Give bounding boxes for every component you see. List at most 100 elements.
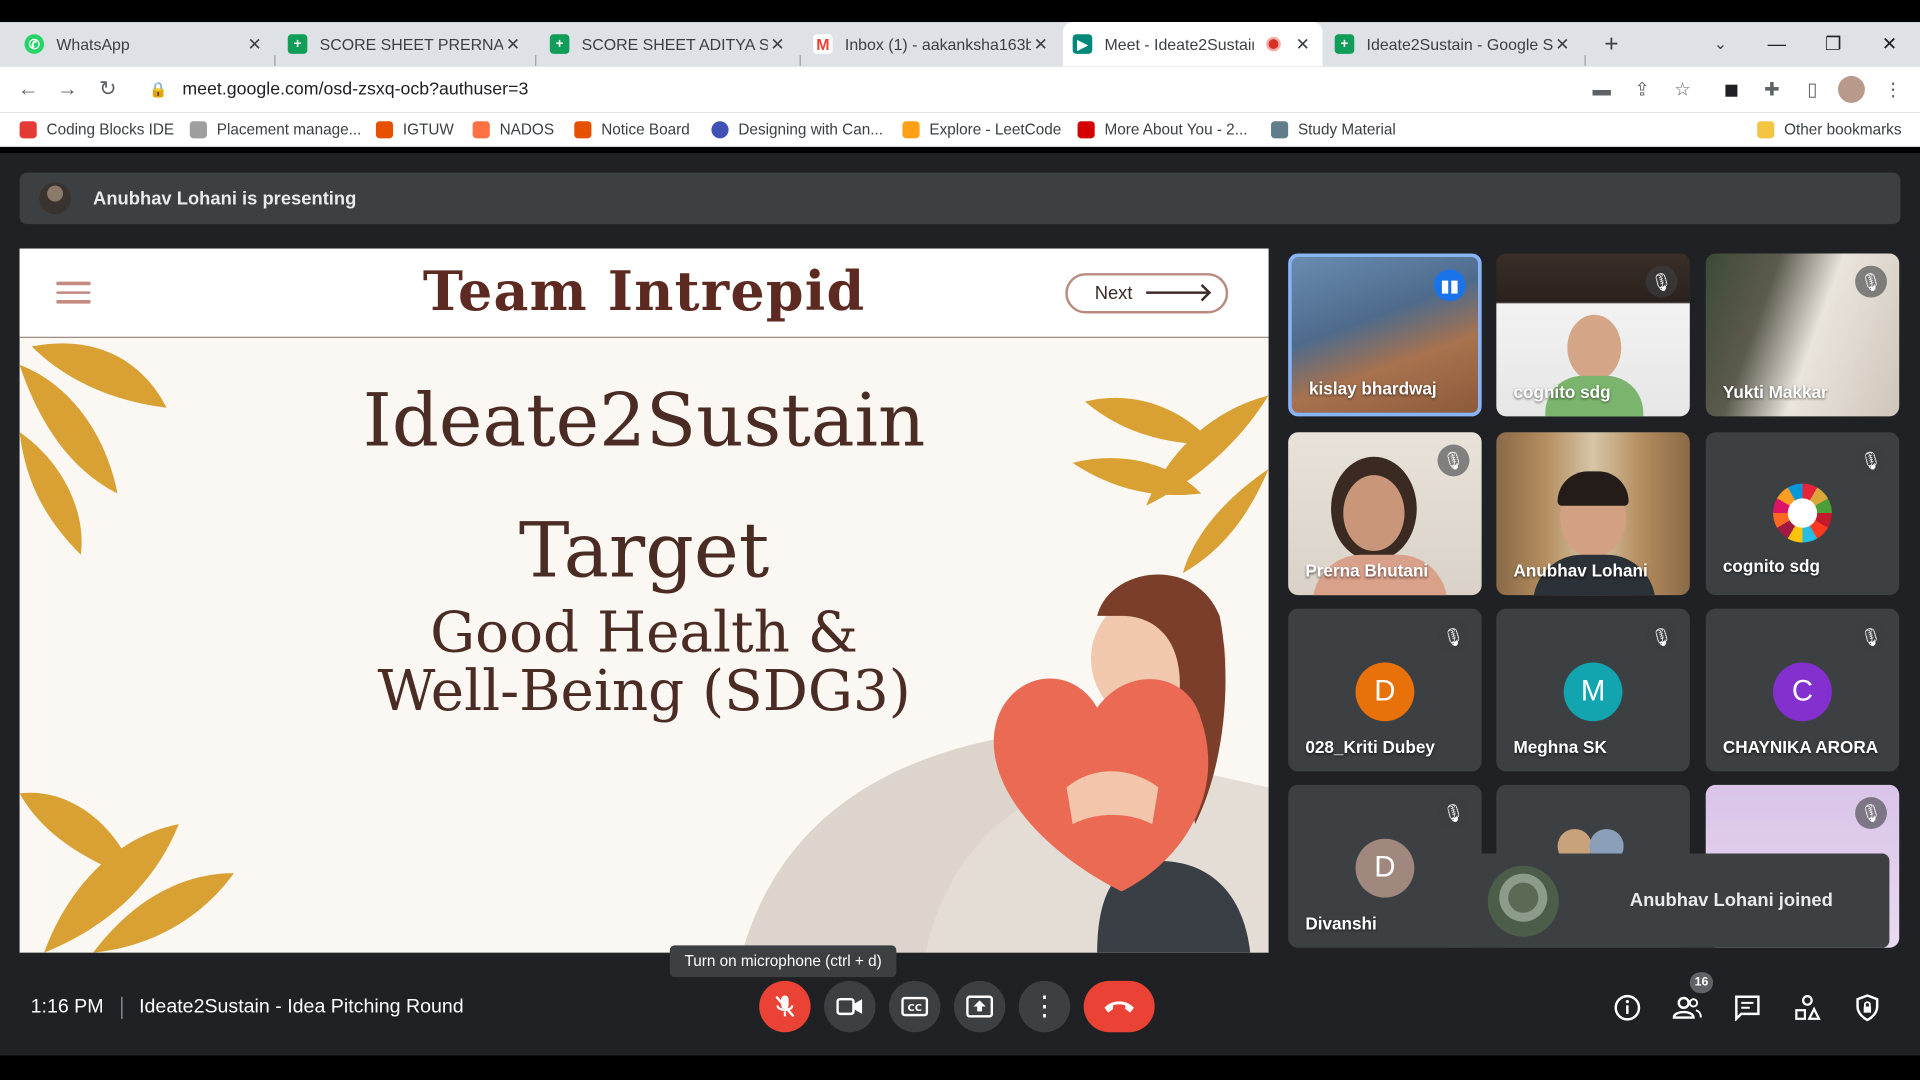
leave-call-button[interactable]: [1083, 980, 1155, 1033]
host-controls-button[interactable]: [1851, 992, 1883, 1024]
more-options-button[interactable]: ⋮: [1018, 980, 1071, 1033]
tab-title: WhatsApp: [56, 34, 130, 54]
mic-off-icon: 🎙: [1855, 265, 1887, 298]
present-screen-button[interactable]: [953, 980, 1006, 1033]
bookmark-notice-board[interactable]: Notice Board: [574, 118, 690, 142]
participant-name: Divanshi: [1305, 913, 1377, 934]
participant-tile[interactable]: Anubhav Lohani: [1496, 432, 1690, 596]
participant-tile[interactable]: M 🎙 Meghna SK: [1496, 608, 1690, 772]
tab-search-chevron-icon[interactable]: ⌄: [1705, 22, 1737, 66]
sheets-icon: +: [1334, 34, 1355, 54]
camera-in-use-icon[interactable]: ▬: [1588, 76, 1615, 103]
bookmark-icon: [574, 121, 592, 139]
bookmark-study-material[interactable]: Study Material: [1271, 118, 1396, 142]
profile-avatar[interactable]: [1837, 75, 1865, 103]
participant-tile[interactable]: C 🎙 CHAYNIKA ARORA: [1705, 608, 1900, 772]
participant-name: Meghna SK: [1513, 737, 1607, 757]
participant-tile[interactable]: ▮▮ kislay bhardwaj: [1288, 253, 1482, 417]
close-icon[interactable]: ✕: [503, 34, 523, 55]
tab-score-sheet-aditya[interactable]: + SCORE SHEET ADITYA SIR - ✕: [540, 22, 797, 66]
minimize-icon[interactable]: —: [1749, 22, 1805, 66]
close-window-icon[interactable]: ✕: [1861, 22, 1917, 66]
presentation-slide: Team Intrepid Next Ideate2Sustain Target…: [19, 248, 1269, 953]
participant-tile[interactable]: D 🎙 028_Kriti Dubey: [1288, 608, 1482, 772]
captions-button[interactable]: CC: [888, 980, 941, 1033]
tab-score-sheet-prerna[interactable]: + SCORE SHEET PRERNA MA ✕: [278, 22, 533, 66]
bookmark-label: Study Material: [1297, 121, 1396, 139]
tab-whatsapp[interactable]: ✆ WhatsApp ✕: [15, 22, 275, 66]
participant-tile[interactable]: 🎙 cognito sdg: [1496, 253, 1690, 417]
meeting-details-button[interactable]: [1611, 992, 1643, 1024]
participant-name: Yukti Makkar: [1722, 382, 1828, 402]
reload-icon[interactable]: ↻: [94, 76, 121, 103]
screen: ✆ WhatsApp ✕ + SCORE SHEET PRERNA MA ✕ +…: [0, 0, 1920, 1080]
tab-strip: ✆ WhatsApp ✕ + SCORE SHEET PRERNA MA ✕ +…: [0, 22, 1920, 78]
mic-off-icon: 🎙: [1437, 444, 1470, 477]
puzzle-extensions-icon[interactable]: ✚: [1758, 76, 1785, 103]
other-bookmarks[interactable]: Other bookmarks: [1757, 118, 1901, 142]
svg-text:CC: CC: [908, 1003, 922, 1014]
forward-arrow-icon[interactable]: →: [54, 76, 81, 103]
avatar: [1487, 865, 1559, 937]
bookmark-coding-blocks[interactable]: Coding Blocks IDE: [19, 118, 175, 142]
bookmark-label: IGTUW: [402, 121, 454, 139]
avatar: M: [1563, 662, 1623, 722]
camera-toggle-button[interactable]: [824, 980, 876, 1033]
bookmark-more-about-you[interactable]: More About You - 2...: [1077, 118, 1247, 142]
chat-icon: [1735, 995, 1760, 1022]
new-tab-button[interactable]: +: [1594, 22, 1628, 66]
shield-lock-icon: [1856, 994, 1879, 1022]
side-panel-icon[interactable]: ▯: [1799, 76, 1826, 103]
participant-tile[interactable]: 🎙 Yukti Makkar: [1705, 253, 1900, 417]
notification-text: Anubhav Lohani joined: [1629, 890, 1833, 912]
tab-meet[interactable]: ▶ Meet - Ideate2Sustain ✕: [1062, 22, 1323, 67]
restore-icon[interactable]: ❐: [1805, 22, 1861, 66]
close-icon[interactable]: ✕: [245, 34, 265, 55]
address-bar[interactable]: 🔒 meet.google.com/osd-zsxq-ocb?authuser=…: [137, 73, 1570, 105]
bookmark-canva[interactable]: Designing with Can...: [711, 118, 883, 142]
close-icon[interactable]: ✕: [1031, 34, 1051, 55]
menu-dots-icon[interactable]: ⋮: [1880, 76, 1907, 103]
presenter-avatar: [39, 182, 72, 215]
gmail-icon: M: [813, 34, 833, 54]
participant-tile[interactable]: 🎙 Prerna Bhutani: [1288, 432, 1482, 596]
avatar: D: [1355, 838, 1415, 898]
participant-tile[interactable]: 🎙 cognito sdg: [1705, 432, 1900, 596]
bookmark-label: Placement manage...: [216, 121, 362, 139]
extension-icon[interactable]: ◼: [1718, 76, 1745, 103]
next-label: Next: [1094, 282, 1133, 304]
present-to-all-icon: [966, 995, 994, 1018]
microphone-toggle-button[interactable]: [759, 980, 811, 1033]
people-button[interactable]: [1671, 992, 1703, 1024]
chat-button[interactable]: [1731, 992, 1763, 1024]
tab-gmail-inbox[interactable]: M Inbox (1) - aakanksha163bt ✕: [803, 22, 1060, 66]
tab-title: SCORE SHEET PRERNA MA: [319, 34, 504, 54]
mic-off-icon: 🎙: [1437, 620, 1470, 653]
bottom-border: [0, 1055, 1920, 1080]
back-arrow-icon[interactable]: ←: [15, 76, 42, 103]
close-icon[interactable]: ✕: [1293, 34, 1313, 55]
close-icon[interactable]: ✕: [1553, 34, 1573, 55]
meeting-info: 1:16 PM Ideate2Sustain - Idea Pitching R…: [31, 996, 464, 1019]
tab-title: SCORE SHEET ADITYA SIR -: [581, 34, 768, 54]
slide-next-button[interactable]: Next: [1065, 273, 1229, 314]
slide-line-event: Ideate2Sustain: [362, 378, 926, 465]
bookmark-label: Other bookmarks: [1784, 121, 1902, 139]
closed-captions-icon: CC: [901, 996, 929, 1017]
bookmark-leetcode[interactable]: Explore - LeetCode: [902, 118, 1061, 142]
participant-name: Anubhav Lohani: [1513, 560, 1648, 581]
bookmark-igtuw[interactable]: IGTUW: [375, 118, 454, 142]
activities-button[interactable]: [1791, 992, 1823, 1024]
meeting-controls-bar: 1:16 PM Ideate2Sustain - Idea Pitching R…: [0, 967, 1920, 1055]
bookmark-placement[interactable]: Placement manage...: [189, 118, 362, 142]
url-text: meet.google.com/osd-zsxq-ocb?authuser=3: [182, 79, 529, 100]
share-icon[interactable]: ⇪: [1629, 76, 1656, 103]
tab-ideate2sustain-sheet[interactable]: + Ideate2Sustain - Google Sh ✕: [1325, 22, 1582, 66]
bookmarks-bar: Coding Blocks IDE Placement manage... IG…: [0, 112, 1920, 147]
more-vert-icon: ⋮: [1031, 990, 1058, 1022]
videocam-icon: [836, 997, 863, 1016]
close-icon[interactable]: ✕: [768, 34, 788, 55]
arrow-right-icon: [1146, 291, 1208, 294]
star-bookmark-icon[interactable]: ☆: [1669, 76, 1696, 103]
bookmark-nados[interactable]: NADOS: [472, 118, 554, 142]
